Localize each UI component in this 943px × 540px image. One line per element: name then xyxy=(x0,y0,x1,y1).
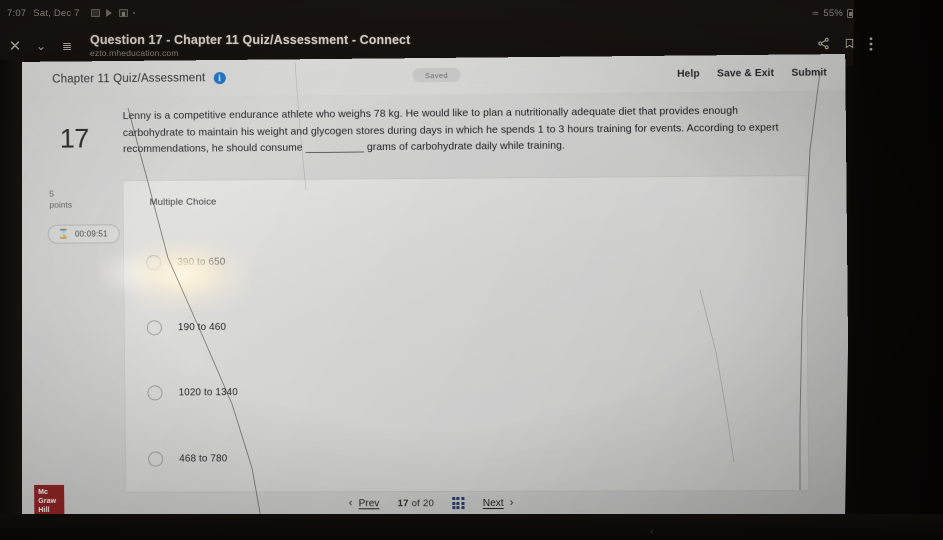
question-counter: 17 of 20 xyxy=(398,498,435,509)
next-question-button[interactable]: Next › xyxy=(483,497,514,509)
status-notification-icons xyxy=(90,8,135,18)
option-row-3[interactable]: 468 to 780 xyxy=(148,450,573,467)
tabs-icon[interactable]: ≣ xyxy=(54,33,80,59)
status-date: Sat, Dec 7 xyxy=(33,7,80,19)
close-icon[interactable]: ✕ xyxy=(2,33,28,59)
prev-label: Prev xyxy=(358,497,380,509)
device-bezel-left xyxy=(0,60,22,540)
option-label-0: 390 to 650 xyxy=(177,256,226,269)
share-icon[interactable] xyxy=(817,37,830,55)
browser-title-block[interactable]: Question 17 - Chapter 11 Quiz/Assessment… xyxy=(90,33,410,59)
points-value: 5 xyxy=(49,188,55,199)
question-points: 5 points xyxy=(49,189,72,212)
hourglass-icon: ⌛ xyxy=(57,228,69,239)
logo-line-1: Graw xyxy=(38,497,57,505)
option-row-1[interactable]: 190 to 460 xyxy=(146,318,572,336)
option-label-3: 468 to 780 xyxy=(179,453,228,465)
calendar-icon xyxy=(90,9,100,17)
browser-page-title: Question 17 - Chapter 11 Quiz/Assessment… xyxy=(90,33,411,48)
counter-of: of xyxy=(411,497,421,509)
radio-button-1[interactable] xyxy=(146,320,162,336)
status-bar-right: ≃ 55% xyxy=(812,8,943,19)
system-back-chevron-icon[interactable]: ‹ xyxy=(650,526,654,538)
android-status-bar: 7:07 Sat, Dec 7 ≃ 55% xyxy=(0,0,943,26)
submit-button[interactable]: Submit xyxy=(791,67,827,78)
grid-icon[interactable] xyxy=(452,497,465,510)
bookmark-icon[interactable] xyxy=(844,37,855,55)
logo-line-0: Mc xyxy=(38,488,49,496)
quiz-header-actions: Help Save & Exit Submit xyxy=(677,67,845,80)
mcgraw-hill-logo: Mc Graw Hill xyxy=(34,484,65,515)
question-navigation: ‹ Prev 17 of 20 Next › xyxy=(18,496,849,510)
radio-button-3[interactable] xyxy=(148,451,164,467)
browser-url[interactable]: ezto.mheducation.com xyxy=(90,49,410,59)
prev-question-button[interactable]: ‹ Prev xyxy=(349,497,380,509)
overflow-menu-icon[interactable] xyxy=(869,36,873,56)
question-text: Lenny is a competitive endurance athlete… xyxy=(122,105,779,156)
radio-button-2[interactable] xyxy=(147,385,163,401)
web-page-surface: Chapter 11 Quiz/Assessment i Help Save &… xyxy=(14,54,850,525)
counter-total: 20 xyxy=(422,497,435,509)
help-button[interactable]: Help xyxy=(677,68,700,79)
chevron-down-icon[interactable]: ⌄ xyxy=(28,33,54,59)
option-label-1: 190 to 460 xyxy=(177,321,227,334)
option-row-2[interactable]: 1020 to 1340 xyxy=(147,384,572,401)
question-type-label: Multiple Choice xyxy=(149,196,217,209)
option-row-0[interactable]: 390 to 650 xyxy=(146,252,571,271)
battery-icon xyxy=(847,8,853,18)
browser-toolbar: ✕ ⌄ ≣ Question 17 - Chapter 11 Quiz/Asse… xyxy=(0,26,943,66)
option-label-2: 1020 to 1340 xyxy=(178,387,239,399)
video-icon xyxy=(118,9,128,17)
saved-status-badge: Saved xyxy=(412,67,461,83)
status-bar-left: 7:07 Sat, Dec 7 xyxy=(0,8,135,19)
answer-choices-card: Multiple Choice 390 to 650 190 to 460 10… xyxy=(123,176,809,492)
browser-actions xyxy=(817,36,943,56)
status-time: 7:07 xyxy=(7,7,27,19)
quiz-title: Chapter 11 Quiz/Assessment xyxy=(52,72,206,86)
battery-percent: 55% xyxy=(823,7,843,19)
wifi-icon: ≃ xyxy=(811,7,820,18)
timer-value: 00:09:51 xyxy=(74,229,108,239)
device-bezel-bottom xyxy=(0,514,943,540)
points-label: points xyxy=(49,200,73,211)
cast-icon xyxy=(105,8,114,18)
info-icon[interactable]: i xyxy=(213,72,226,85)
quiz-timer: ⌛ 00:09:51 xyxy=(47,224,120,244)
next-label: Next xyxy=(482,497,504,509)
save-and-exit-button[interactable]: Save & Exit xyxy=(717,67,774,79)
screenshot-root: 7:07 Sat, Dec 7 ≃ 55% ✕ ⌄ ≣ Question 17 … xyxy=(0,0,943,540)
dot-icon xyxy=(132,12,135,14)
question-number: 17 xyxy=(59,123,90,154)
chevron-left-icon: ‹ xyxy=(348,497,353,510)
radio-button-0[interactable] xyxy=(146,255,162,271)
chevron-right-icon: › xyxy=(509,496,514,509)
counter-current: 17 xyxy=(397,497,409,509)
